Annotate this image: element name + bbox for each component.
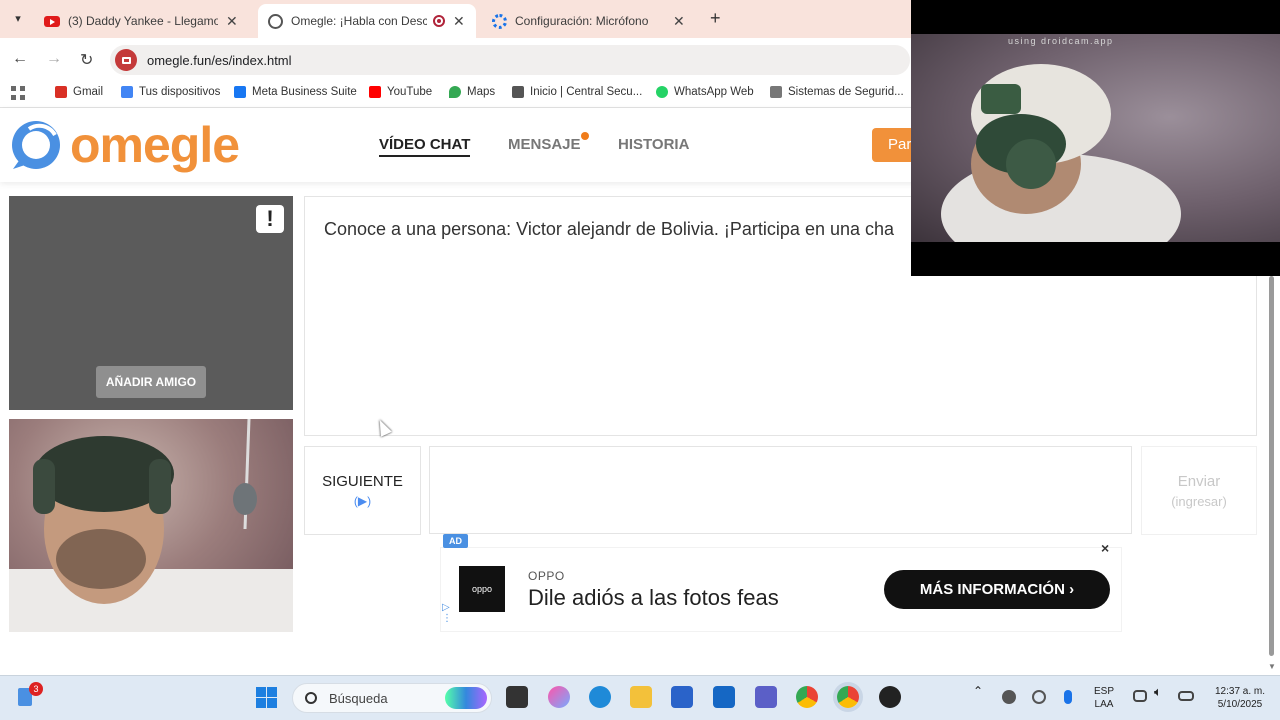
add-friend-button[interactable]: AÑADIR AMIGO xyxy=(96,366,206,398)
new-tab-icon[interactable]: + xyxy=(710,8,721,29)
omegle-logo-text[interactable]: omegle xyxy=(70,116,240,174)
chrome-active-icon[interactable] xyxy=(837,686,859,708)
ad-close-icon[interactable]: × xyxy=(1101,540,1109,556)
maps-pin-icon xyxy=(449,86,461,98)
store-icon[interactable] xyxy=(671,686,693,708)
send-button-label: Enviar xyxy=(1177,473,1221,490)
self-video xyxy=(9,419,293,632)
search-placeholder: Búsqueda xyxy=(329,690,388,706)
display-icon[interactable] xyxy=(1133,690,1147,702)
close-tab-icon[interactable]: ✕ xyxy=(453,13,465,30)
language-indicator[interactable]: ESP LAA xyxy=(1094,685,1114,711)
bookmark-devices[interactable]: Tus dispositivos xyxy=(121,86,220,98)
adchoices-icon[interactable]: ▷ ⋮ xyxy=(442,602,452,624)
tab-microphone-settings[interactable]: Configuración: Micrófono ✕ xyxy=(482,4,704,38)
tab-youtube[interactable]: (3) Daddy Yankee - Llegamos a ✕ xyxy=(34,4,256,38)
sync-icon[interactable] xyxy=(1032,690,1046,704)
bookmark-security-systems[interactable]: Sistemas de Segurid... xyxy=(770,86,904,98)
tab-title: Configuración: Micrófono xyxy=(515,14,649,28)
tray-chevron-icon[interactable]: ⌃ xyxy=(973,685,983,698)
google-icon xyxy=(121,86,133,98)
clock[interactable]: 12:37 a. m. 5/10/2025 xyxy=(1205,685,1275,711)
send-button-hint: (ingresar) xyxy=(1171,494,1227,509)
microphone-icon[interactable] xyxy=(1064,690,1072,704)
back-arrow-icon[interactable]: ← xyxy=(12,50,28,68)
tab-omegle[interactable]: Omegle: ¡Habla con Desconocidos! ✕ xyxy=(258,4,476,38)
close-tab-icon[interactable]: ✕ xyxy=(673,13,685,30)
chat-system-message: Conoce a una persona: Victor alejandr de… xyxy=(324,219,895,239)
network-icon xyxy=(770,86,782,98)
gmail-icon xyxy=(55,86,67,98)
nav-message[interactable]: MENSAJE xyxy=(508,136,581,153)
whatsapp-icon xyxy=(656,86,668,98)
volume-icon[interactable]: 🔈︎ xyxy=(1154,685,1162,698)
copilot-icon[interactable] xyxy=(548,686,570,708)
youtube-icon xyxy=(44,15,60,27)
taskbar-search[interactable]: Búsqueda xyxy=(292,683,492,713)
omegle-logo-icon[interactable] xyxy=(9,119,64,173)
report-button[interactable]: ! xyxy=(256,205,284,233)
next-button[interactable]: SIGUIENTE (▶) xyxy=(304,446,421,535)
forward-arrow-icon[interactable]: → xyxy=(46,50,62,68)
windows-start-icon[interactable] xyxy=(256,687,277,708)
self-video-figure xyxy=(9,419,293,632)
file-explorer-icon[interactable] xyxy=(630,686,652,708)
globe-icon xyxy=(268,13,283,29)
recording-icon xyxy=(433,15,445,27)
apps-grid-icon[interactable] xyxy=(11,86,25,100)
ad-brand: OPPO xyxy=(528,569,565,583)
edge-icon[interactable] xyxy=(589,686,611,708)
ad-more-info-button[interactable]: MÁS INFORMACIÓN › xyxy=(884,570,1110,609)
bookmark-gmail[interactable]: Gmail xyxy=(55,86,103,98)
bookmark-maps[interactable]: Maps xyxy=(449,86,495,98)
youtube-icon xyxy=(369,86,381,98)
next-button-label: SIGUIENTE xyxy=(322,473,403,490)
tab-search-chevron-icon[interactable]: ▾ xyxy=(8,8,28,28)
next-button-hint: (▶) xyxy=(353,494,372,508)
obs-icon[interactable] xyxy=(879,686,901,708)
bookmark-central-security[interactable]: Inicio | Central Secu... xyxy=(512,86,642,98)
teams-icon[interactable] xyxy=(755,686,777,708)
chrome-icon[interactable] xyxy=(796,686,818,708)
settings-icon xyxy=(492,13,507,29)
notification-dot xyxy=(581,132,589,140)
search-icon xyxy=(305,692,317,704)
task-view-icon[interactable] xyxy=(506,686,528,708)
onedrive-icon[interactable] xyxy=(1002,690,1016,704)
wix-icon xyxy=(512,86,524,98)
close-tab-icon[interactable]: ✕ xyxy=(226,13,238,30)
scroll-down-icon[interactable]: ▼ xyxy=(1268,662,1276,671)
search-highlight-icon xyxy=(445,687,487,709)
nav-history[interactable]: HISTORIA xyxy=(618,136,689,153)
bookmark-meta[interactable]: Meta Business Suite xyxy=(234,86,357,98)
ad-badge: AD xyxy=(443,534,468,548)
webcam-feed xyxy=(911,34,1280,242)
battery-icon[interactable] xyxy=(1178,691,1194,701)
webcam-caption: using droidcam.app xyxy=(1008,36,1114,46)
bookmark-youtube[interactable]: YouTube xyxy=(369,86,432,98)
message-input[interactable] xyxy=(429,446,1132,534)
camera-permission-icon[interactable] xyxy=(115,49,137,71)
send-button[interactable]: Enviar (ingresar) xyxy=(1141,446,1257,535)
bookmark-whatsapp[interactable]: WhatsApp Web xyxy=(656,86,754,98)
url-text: omegle.fun/es/index.html xyxy=(147,52,292,68)
tab-title: Omegle: ¡Habla con Desconocidos! xyxy=(291,14,427,28)
ad-headline[interactable]: Dile adiós a las fotos feas xyxy=(528,585,779,611)
oppo-logo[interactable]: oppo xyxy=(459,566,505,612)
notification-count-badge: 3 xyxy=(29,682,43,696)
webcam-figure xyxy=(941,64,1181,242)
outlook-icon[interactable] xyxy=(713,686,735,708)
tab-title: (3) Daddy Yankee - Llegamos a xyxy=(68,14,218,28)
address-bar[interactable]: omegle.fun/es/index.html xyxy=(110,45,910,75)
nav-video-chat[interactable]: VÍDEO CHAT xyxy=(379,136,471,157)
meta-icon xyxy=(234,86,246,98)
page-scrollbar[interactable] xyxy=(1269,276,1274,656)
reload-icon[interactable]: ↻ xyxy=(80,50,93,70)
